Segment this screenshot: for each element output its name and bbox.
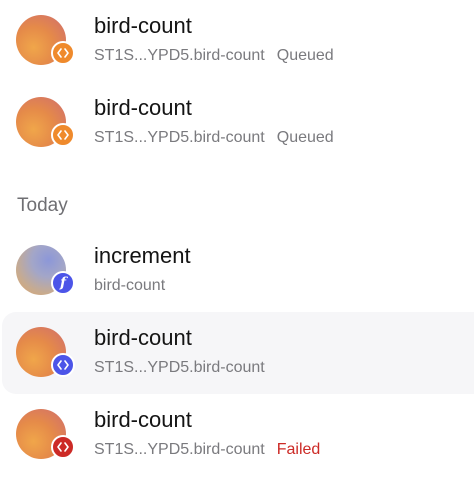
status-badge: Queued: [276, 47, 334, 64]
transaction-subtitle-line: ST1S...YPD5.bird-count Failed: [94, 440, 320, 460]
code-brackets-icon: [51, 123, 75, 147]
code-brackets-icon: [51, 41, 75, 65]
status-badge: Queued: [276, 129, 334, 146]
transaction-subtitle-line: ST1S...YPD5.bird-count Queued: [94, 46, 334, 66]
transaction-subtitle: ST1S...YPD5.bird-count: [94, 129, 265, 146]
transaction-row[interactable]: bird-count ST1S...YPD5.bird-count Queued: [0, 0, 474, 82]
transaction-subtitle: ST1S...YPD5.bird-count: [94, 47, 265, 64]
transaction-row-selected[interactable]: bird-count ST1S...YPD5.bird-count: [2, 312, 474, 394]
transaction-title: bird-count: [94, 95, 192, 120]
transaction-subtitle-line: bird-count: [94, 276, 165, 296]
transaction-row[interactable]: f increment bird-count: [0, 230, 474, 312]
code-brackets-icon: [51, 435, 75, 459]
transaction-row[interactable]: bird-count ST1S...YPD5.bird-count Failed: [0, 394, 474, 476]
transaction-subtitle: ST1S...YPD5.bird-count: [94, 359, 265, 376]
transaction-subtitle-line: ST1S...YPD5.bird-count Queued: [94, 128, 334, 148]
function-icon: f: [51, 271, 75, 295]
status-badge-failed: Failed: [276, 441, 321, 458]
transaction-title: increment: [94, 243, 191, 268]
section-header-today: Today: [17, 195, 68, 216]
transaction-title: bird-count: [94, 325, 192, 350]
transaction-subtitle-line: ST1S...YPD5.bird-count: [94, 358, 265, 378]
code-brackets-icon: [51, 353, 75, 377]
transaction-list: bird-count ST1S...YPD5.bird-count Queued …: [0, 0, 474, 490]
transaction-subtitle: bird-count: [94, 277, 166, 294]
transaction-title: bird-count: [94, 13, 192, 38]
transaction-row[interactable]: bird-count ST1S...YPD5.bird-count Queued: [0, 82, 474, 164]
transaction-subtitle: ST1S...YPD5.bird-count: [94, 441, 265, 458]
transaction-title: bird-count: [94, 407, 192, 432]
